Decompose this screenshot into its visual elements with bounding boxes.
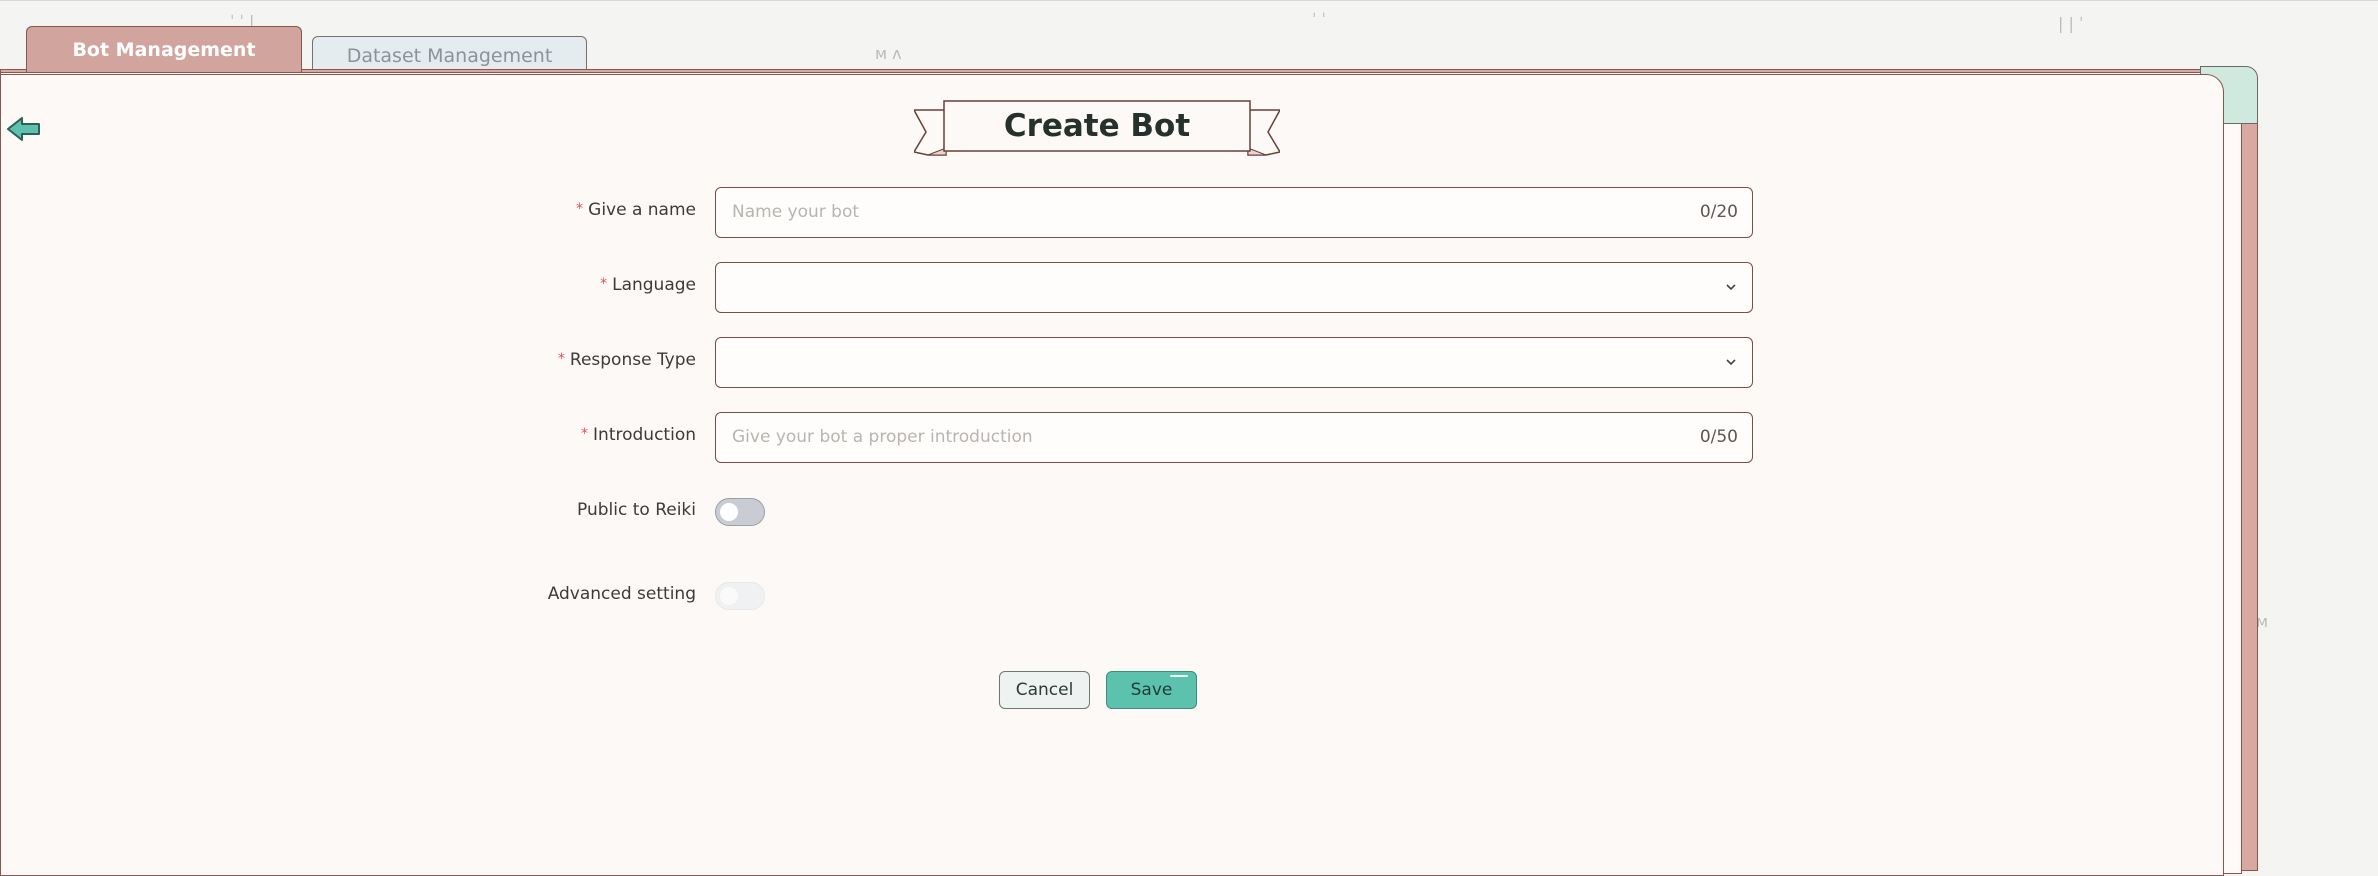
cancel-button[interactable]: Cancel: [999, 671, 1090, 709]
chevron-down-icon: [1726, 284, 1736, 291]
name-input[interactable]: Name your bot 0/20: [715, 187, 1753, 238]
tab-bot-management[interactable]: Bot Management: [26, 26, 302, 72]
public-label: Public to Reiki: [577, 500, 696, 520]
response-type-select[interactable]: [715, 337, 1753, 388]
button-shine: [1170, 675, 1188, 677]
page-title: Create Bot: [1003, 108, 1191, 144]
language-select[interactable]: [715, 262, 1753, 313]
arrow-left-icon[interactable]: [6, 114, 42, 144]
required-mark: *: [600, 276, 608, 292]
introduction-input[interactable]: Give your bot a proper introduction 0/50: [715, 412, 1753, 463]
language-label: * Language: [600, 275, 696, 295]
advanced-label: Advanced setting: [547, 584, 696, 604]
decor-grass: ˈ ˈ: [1312, 10, 1326, 29]
top-divider: [0, 0, 2378, 1]
toggle-knob: [720, 587, 738, 605]
name-char-counter: 0/20: [1699, 202, 1738, 222]
decor-grass: | | ˈ: [2058, 14, 2084, 33]
required-mark: *: [576, 201, 584, 217]
introduction-label: * Introduction: [581, 425, 696, 445]
save-button[interactable]: Save: [1106, 671, 1197, 709]
required-mark: *: [581, 426, 589, 442]
response-type-label: * Response Type: [557, 350, 696, 370]
advanced-toggle[interactable]: [715, 582, 765, 610]
name-placeholder: Name your bot: [732, 202, 860, 222]
public-toggle[interactable]: [715, 498, 765, 526]
chevron-down-icon: [1726, 359, 1736, 366]
name-label: * Give a name: [576, 200, 696, 220]
introduction-char-counter: 0/50: [1699, 427, 1738, 447]
required-mark: *: [557, 351, 565, 367]
decor-grass: ᴍ ʌ: [875, 44, 902, 63]
toggle-knob: [720, 503, 738, 521]
introduction-placeholder: Give your bot a proper introduction: [732, 427, 1033, 447]
